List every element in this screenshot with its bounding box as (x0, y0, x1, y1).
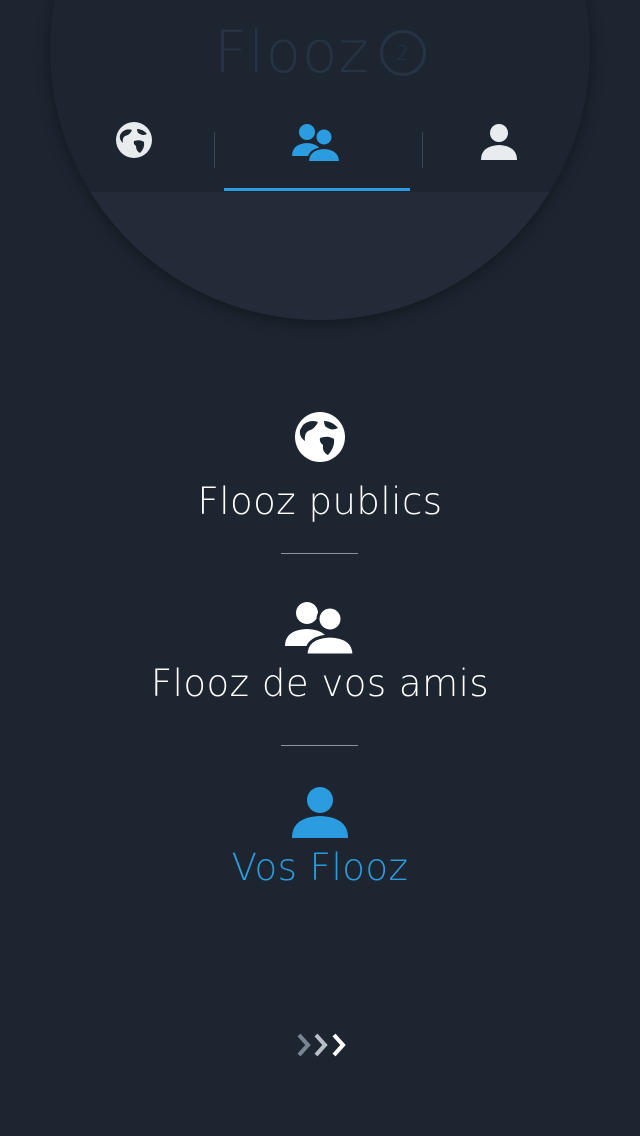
menu-item-mine[interactable]: Vos Flooz (0, 784, 640, 889)
globe-icon (293, 410, 347, 468)
tab-separator (422, 132, 423, 168)
tab-separator (214, 132, 215, 168)
menu-item-label: Flooz publics (197, 480, 443, 523)
tab-friends[interactable] (224, 120, 410, 190)
tab-mine[interactable] (472, 120, 526, 190)
user-icon (290, 784, 350, 844)
tab-public[interactable] (104, 120, 164, 190)
next-button[interactable] (292, 1030, 352, 1060)
menu-item-label: Vos Flooz (231, 846, 409, 889)
app-title-text: Flooz (214, 18, 370, 86)
menu-item-friends[interactable]: Flooz de vos amis (0, 598, 640, 705)
app-title: Flooz 2 (0, 18, 640, 86)
friends-icon (290, 120, 344, 164)
menu-item-label: Flooz de vos amis (150, 662, 490, 705)
globe-icon (114, 120, 154, 160)
triple-chevron-right-icon (292, 1033, 352, 1064)
divider (281, 553, 358, 554)
notification-badge[interactable]: 2 (379, 30, 426, 76)
divider (281, 745, 358, 746)
active-tab-indicator (224, 188, 410, 191)
menu-item-public[interactable]: Flooz publics (0, 410, 640, 523)
friends-icon (281, 598, 359, 660)
header-lower-panel (50, 192, 590, 320)
user-icon (477, 120, 521, 164)
